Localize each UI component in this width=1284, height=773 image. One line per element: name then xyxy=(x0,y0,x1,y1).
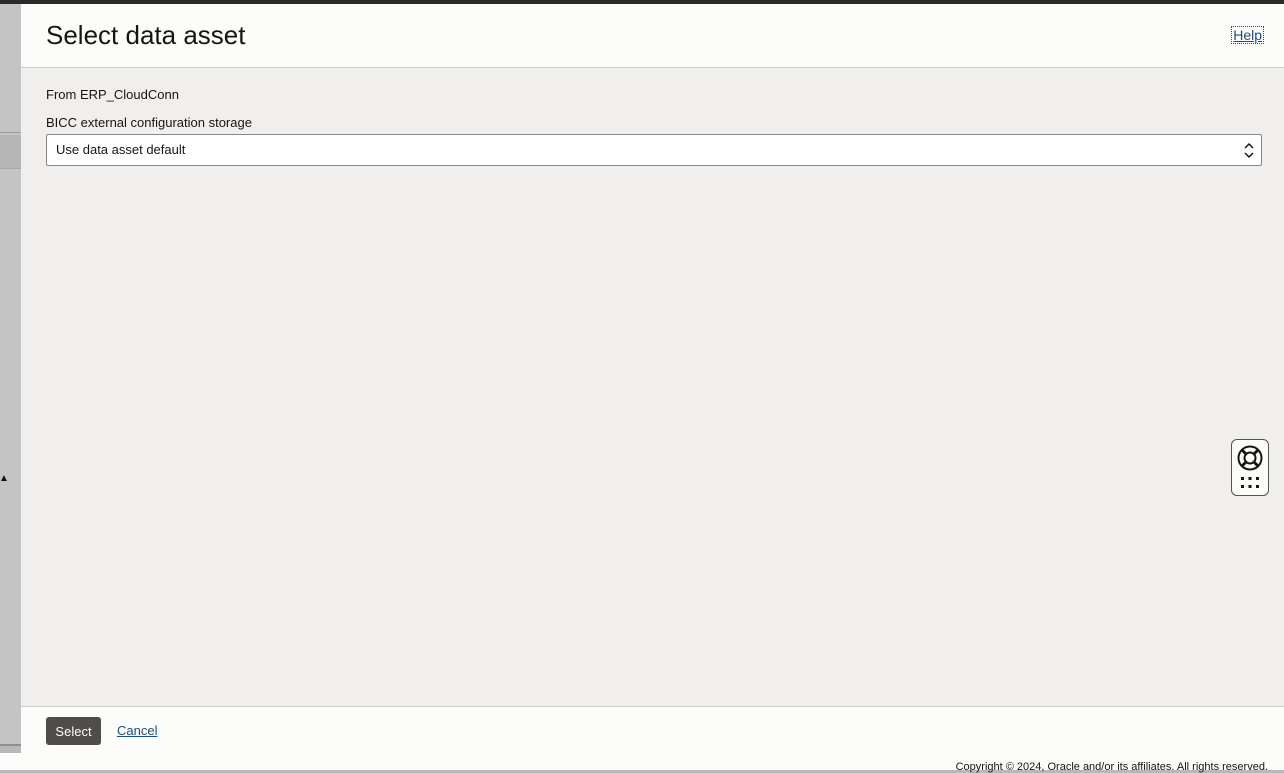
bicc-storage-selected-value: Use data asset default xyxy=(56,142,186,157)
copyright-bar: Copyright © 2024, Oracle and/or its affi… xyxy=(0,753,1284,773)
background-divider xyxy=(0,132,21,133)
copyright-text: Copyright © 2024, Oracle and/or its affi… xyxy=(955,761,1268,773)
select-data-asset-drawer: Select data asset Help From ERP_CloudCon… xyxy=(21,4,1284,754)
cancel-link[interactable]: Cancel xyxy=(117,723,157,739)
bicc-storage-label: BICC external configuration storage xyxy=(46,115,252,130)
help-link[interactable]: Help xyxy=(1231,26,1264,44)
background-divider-bottom xyxy=(0,744,21,746)
floating-help-widget xyxy=(1231,439,1269,496)
drawer-footer: Select Cancel xyxy=(21,706,1284,754)
bicc-storage-select[interactable]: Use data asset default xyxy=(46,134,1262,166)
select-button[interactable]: Select xyxy=(46,717,101,745)
background-band xyxy=(0,135,21,169)
source-data-asset-text: From ERP_CloudConn xyxy=(46,87,179,102)
drawer-header: Select data asset Help xyxy=(21,4,1284,68)
mouse-cursor-icon: ▲ xyxy=(0,473,9,484)
apps-grid-icon[interactable] xyxy=(1240,476,1260,490)
lifebuoy-icon[interactable] xyxy=(1236,444,1264,472)
background-page: ▲ ​ xyxy=(0,4,21,746)
select-arrows-icon xyxy=(1244,142,1254,159)
drawer-title: Select data asset xyxy=(46,20,246,50)
